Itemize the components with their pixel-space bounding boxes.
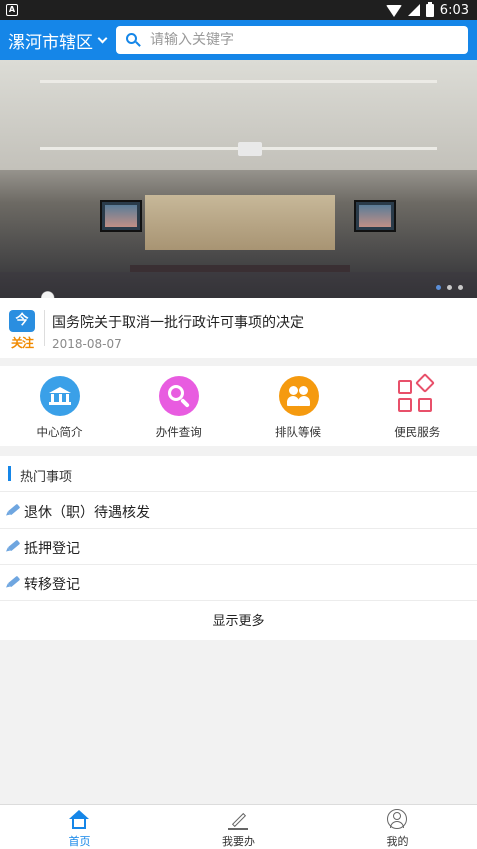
nav-todo[interactable]: 我要办 bbox=[159, 805, 318, 849]
nav-label: 我要办 bbox=[222, 835, 255, 848]
hot-item[interactable]: 退休（职）待遇核发 bbox=[0, 493, 477, 529]
user-icon bbox=[387, 809, 407, 831]
hot-items-header: 热门事项 bbox=[0, 456, 477, 492]
nav-home[interactable]: 首页 bbox=[0, 805, 159, 849]
pencil-icon bbox=[7, 575, 21, 588]
status-time: 6:03 bbox=[439, 2, 469, 18]
news-badge: 今 关注 bbox=[7, 310, 37, 350]
wifi-icon bbox=[385, 4, 402, 17]
quick-links: 中心简介 办件查询 排队等候 便民服务 bbox=[0, 366, 477, 446]
carousel-indicator bbox=[436, 285, 463, 290]
notification-icon: A bbox=[6, 4, 18, 16]
hot-item-label: 抵押登记 bbox=[24, 541, 80, 557]
carousel-dot[interactable] bbox=[447, 285, 452, 290]
carousel-dot[interactable] bbox=[436, 285, 441, 290]
hot-item-label: 退休（职）待遇核发 bbox=[24, 505, 150, 521]
quick-link-label: 办件查询 bbox=[155, 425, 202, 439]
hot-item-label: 转移登记 bbox=[24, 577, 80, 593]
region-label: 漯河市辖区 bbox=[8, 32, 93, 53]
home-icon bbox=[69, 810, 89, 830]
hot-items-section: 热门事项 退休（职）待遇核发 抵押登记 转移登记 显示更多 bbox=[0, 456, 477, 640]
banner-projector bbox=[238, 142, 262, 156]
hot-item[interactable]: 抵押登记 bbox=[0, 529, 477, 565]
quick-link-label: 中心简介 bbox=[36, 425, 83, 439]
nav-profile[interactable]: 我的 bbox=[318, 805, 477, 849]
region-selector[interactable]: 漯河市辖区 bbox=[8, 20, 108, 60]
quick-link-label: 排队等候 bbox=[275, 425, 321, 439]
hot-items-title: 热门事项 bbox=[20, 470, 73, 485]
news-divider bbox=[44, 310, 45, 346]
app-header: 漯河市辖区 bbox=[0, 20, 477, 60]
news-badge-icon: 今 bbox=[9, 310, 35, 332]
bottom-navigation: 首页 我要办 我的 bbox=[0, 804, 477, 849]
carousel-dot[interactable] bbox=[458, 285, 463, 290]
battery-icon bbox=[425, 1, 434, 17]
nav-label: 我的 bbox=[386, 835, 409, 848]
banner-screen-right bbox=[354, 200, 396, 232]
nav-label: 首页 bbox=[68, 835, 91, 848]
hot-item[interactable]: 转移登记 bbox=[0, 565, 477, 601]
quick-link-center-intro[interactable]: 中心简介 bbox=[0, 366, 119, 446]
pencil-icon bbox=[7, 503, 21, 516]
quick-link-case-query[interactable]: 办件查询 bbox=[119, 366, 238, 446]
search-input[interactable] bbox=[150, 32, 450, 48]
banner-audience bbox=[0, 272, 477, 298]
news-date: 2018-08-07 bbox=[52, 337, 122, 351]
chevron-down-icon bbox=[97, 33, 108, 43]
section-marker bbox=[8, 466, 11, 481]
pencil-icon bbox=[7, 539, 21, 552]
grid-icon bbox=[397, 373, 438, 416]
news-badge-label: 关注 bbox=[10, 336, 34, 350]
status-bar: A 6:03 bbox=[0, 0, 477, 20]
search-icon bbox=[159, 376, 200, 416]
people-icon bbox=[278, 376, 319, 416]
banner-carousel[interactable] bbox=[0, 60, 477, 298]
banner-screen-left bbox=[100, 200, 142, 232]
edit-icon bbox=[228, 812, 248, 830]
quick-link-queue[interactable]: 排队等候 bbox=[239, 366, 358, 446]
search-icon bbox=[126, 33, 141, 47]
banner-backwall bbox=[145, 195, 335, 250]
quick-link-label: 便民服务 bbox=[394, 425, 441, 439]
search-box[interactable] bbox=[116, 26, 468, 54]
signal-icon bbox=[407, 4, 420, 16]
news-headline[interactable]: 今 关注 国务院关于取消一批行政许可事项的决定 2018-08-07 bbox=[0, 298, 477, 358]
show-more-button[interactable]: 显示更多 bbox=[0, 604, 477, 640]
news-title[interactable]: 国务院关于取消一批行政许可事项的决定 bbox=[52, 312, 304, 332]
quick-link-services[interactable]: 便民服务 bbox=[358, 366, 477, 446]
bank-icon bbox=[40, 376, 80, 416]
